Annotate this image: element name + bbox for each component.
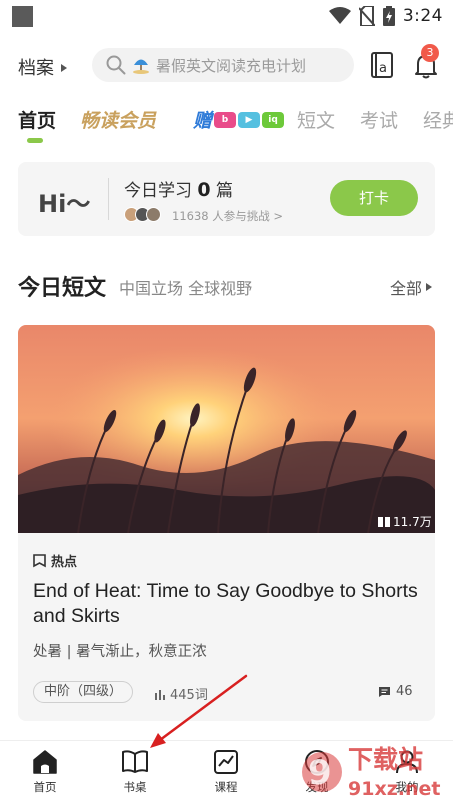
nav-discover[interactable]: 发现 bbox=[287, 749, 347, 795]
views-badge: 11.7万 bbox=[378, 513, 432, 530]
section-title: 今日短文 bbox=[18, 276, 107, 301]
nav-home[interactable]: 首页 bbox=[15, 749, 75, 795]
status-notification-icon bbox=[12, 6, 33, 27]
level-badge: 中阶（四级） bbox=[33, 681, 134, 703]
nav-desk[interactable]: 书桌 bbox=[105, 749, 165, 795]
archive-label: 档案 bbox=[18, 58, 54, 79]
tab-short-articles[interactable]: 短文 bbox=[297, 106, 335, 133]
bar-chart-icon bbox=[155, 689, 165, 700]
battery-icon bbox=[382, 6, 395, 26]
home-icon bbox=[33, 750, 57, 774]
status-indicators: 3:24 bbox=[328, 5, 443, 27]
divider bbox=[108, 178, 109, 220]
iqiyi-logo-icon: iq bbox=[262, 111, 285, 128]
see-all-link[interactable]: 全部 bbox=[390, 275, 433, 299]
nav-courses-label: 课程 bbox=[214, 780, 238, 794]
active-tab-indicator bbox=[27, 138, 43, 143]
checkin-card: Hi～ 今日学习 0 篇 11638 人参与挑战 > 打卡 bbox=[18, 162, 435, 236]
today-study: 今日学习 0 篇 bbox=[124, 176, 233, 201]
notification-badge: 3 bbox=[421, 44, 439, 62]
person-icon bbox=[396, 750, 418, 774]
search-icon bbox=[106, 55, 126, 75]
top-bar: 档案 暑假英文阅读充电计划 a bbox=[0, 46, 453, 86]
word-count: 445词 bbox=[154, 684, 208, 703]
comment-icon bbox=[379, 686, 390, 697]
today-study-suffix: 篇 bbox=[216, 181, 234, 201]
svg-text:a: a bbox=[379, 61, 387, 76]
nav-discover-label: 发现 bbox=[305, 780, 329, 794]
nav-profile[interactable]: 我的 bbox=[377, 749, 437, 795]
nav-profile-label: 我的 bbox=[395, 780, 419, 794]
clock: 3:24 bbox=[402, 6, 443, 26]
participant-avatars bbox=[124, 207, 161, 222]
comment-count-label: 46 bbox=[396, 684, 413, 699]
beach-umbrella-icon bbox=[133, 59, 149, 74]
nav-courses[interactable]: 课程 bbox=[196, 749, 256, 795]
chart-icon bbox=[214, 750, 238, 774]
tab-home[interactable]: 首页 bbox=[18, 106, 56, 133]
video-logo-icon: ▶ bbox=[238, 111, 261, 128]
caret-down-icon bbox=[61, 64, 67, 72]
greeting: Hi～ bbox=[38, 190, 91, 218]
bottom-nav: 首页 书桌 课程 发现 我的 bbox=[0, 740, 453, 805]
search-input[interactable]: 暑假英文阅读充电计划 bbox=[92, 48, 354, 82]
section-subtitle: 中国立场 全球视野 bbox=[119, 279, 253, 298]
tab-gift-label: 赠 bbox=[193, 110, 213, 132]
avatar bbox=[146, 207, 161, 222]
status-bar: 3:24 bbox=[0, 0, 453, 32]
comment-count[interactable]: 46 bbox=[378, 684, 413, 699]
search-placeholder: 暑假英文阅读充电计划 bbox=[156, 56, 307, 75]
chevron-right-icon bbox=[426, 283, 433, 291]
tab-gift[interactable]: 赠 b ▶ iq bbox=[193, 106, 285, 133]
views-count: 11.7万 bbox=[393, 515, 432, 529]
today-study-count: 0 bbox=[197, 179, 211, 201]
word-count-label: 445词 bbox=[170, 688, 208, 703]
tab-exams[interactable]: 考试 bbox=[360, 106, 398, 133]
checkin-button[interactable]: 打卡 bbox=[330, 180, 418, 216]
nav-desk-label: 书桌 bbox=[123, 780, 147, 794]
today-study-prefix: 今日学习 bbox=[124, 181, 192, 201]
wifi-icon bbox=[328, 7, 351, 24]
participants-link[interactable]: 11638 人参与挑战 > bbox=[172, 208, 283, 224]
nav-home-label: 首页 bbox=[33, 780, 57, 794]
wheat-sunset-image bbox=[18, 325, 435, 533]
see-all-label: 全部 bbox=[390, 279, 423, 298]
bookmark-icon bbox=[33, 553, 46, 567]
article-description: 处暑 | 暑气渐止，秋意正浓 bbox=[33, 644, 207, 660]
article-card[interactable]: 11.7万 热点 End of Heat: Time to Say Goodby… bbox=[18, 325, 435, 721]
tab-bar: 首页 畅读会员 赠 b ▶ iq 短文 考试 经典 bbox=[0, 106, 453, 146]
article-title[interactable]: End of Heat: Time to Say Goodbye to Shor… bbox=[33, 579, 423, 629]
no-sim-icon bbox=[358, 6, 375, 26]
tab-classics[interactable]: 经典 bbox=[423, 106, 453, 133]
dictionary-icon[interactable]: a bbox=[370, 52, 394, 78]
article-tag-label: 热点 bbox=[51, 555, 78, 570]
book-icon bbox=[122, 750, 148, 773]
book-open-icon bbox=[378, 516, 390, 527]
article-tag: 热点 bbox=[33, 551, 77, 570]
bilibili-logo-icon: b bbox=[214, 111, 237, 128]
archive-dropdown[interactable]: 档案 bbox=[18, 54, 68, 80]
compass-icon bbox=[305, 750, 329, 774]
tab-vip[interactable]: 畅读会员 bbox=[80, 106, 156, 133]
